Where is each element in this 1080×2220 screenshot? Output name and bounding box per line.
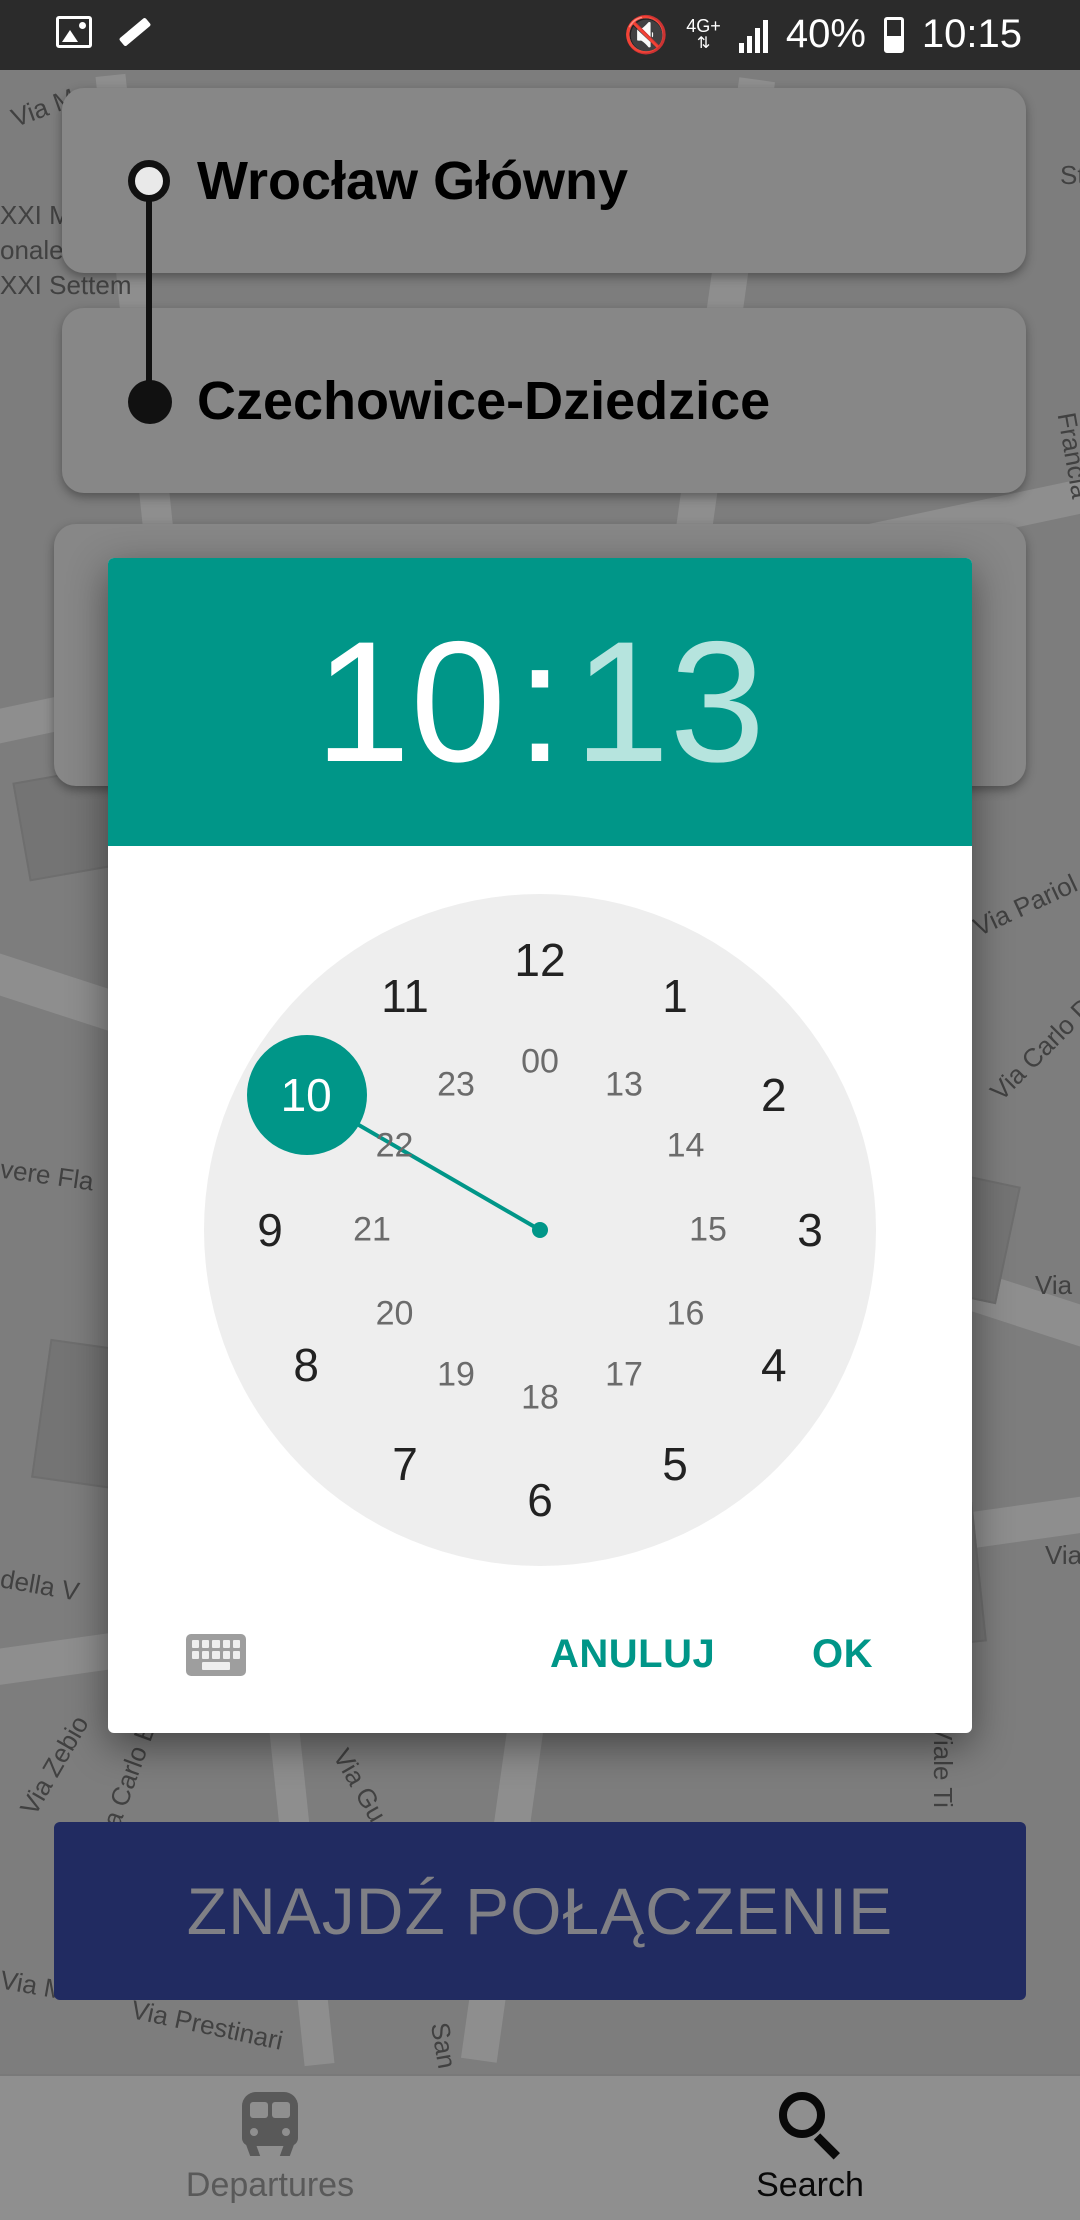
clock-number-14[interactable]: 14 <box>667 1127 705 1166</box>
clock-hand <box>305 1093 548 1238</box>
clock-number-6[interactable]: 6 <box>527 1473 553 1527</box>
clock-number-13[interactable]: 13 <box>605 1065 643 1104</box>
time-separator: : <box>516 606 564 798</box>
keyboard-icon[interactable] <box>186 1634 246 1676</box>
clock-number-19[interactable]: 19 <box>437 1356 475 1395</box>
clock-number-22[interactable]: 22 <box>376 1127 414 1166</box>
clock-number-4[interactable]: 4 <box>761 1338 787 1392</box>
clock-number-3[interactable]: 3 <box>797 1203 823 1257</box>
battery-icon <box>883 16 904 53</box>
clock-number-16[interactable]: 16 <box>667 1295 705 1334</box>
clock-number-1[interactable]: 1 <box>662 969 688 1023</box>
clock-face[interactable]: 12 1 2 3 4 5 6 7 8 9 10 11 00 13 14 15 16 17 18 19 20 21 22 23 <box>204 894 876 1566</box>
gallery-icon <box>56 16 92 48</box>
hour-display[interactable]: 10 <box>315 616 506 788</box>
minute-display[interactable]: 13 <box>574 616 765 788</box>
route-line <box>146 180 152 400</box>
clock-number-23[interactable]: 23 <box>437 1065 475 1104</box>
signal-icon <box>738 17 768 53</box>
status-time: 10:15 <box>921 12 1022 56</box>
clock-number-7[interactable]: 7 <box>392 1437 418 1491</box>
ok-button[interactable]: OK <box>812 1632 873 1677</box>
clock-number-8[interactable]: 8 <box>293 1338 319 1392</box>
battery-percent: 40% <box>785 12 866 56</box>
clock-number-20[interactable]: 20 <box>376 1295 414 1334</box>
dialog-actions: ANULUJ OK <box>108 1618 972 1708</box>
clock-number-17[interactable]: 17 <box>605 1356 643 1395</box>
destination-marker-icon <box>128 380 172 424</box>
clock-number-9[interactable]: 9 <box>257 1203 283 1257</box>
mute-icon: 🔇 <box>623 13 669 55</box>
clock-number-12[interactable]: 12 <box>514 933 565 987</box>
time-picker-dialog: 10 : 13 12 1 2 3 4 5 6 7 8 9 10 11 00 13 14 15 16 17 18 19 2… <box>108 558 972 1733</box>
clock-number-2[interactable]: 2 <box>761 1068 787 1122</box>
status-bar: 🔇 4G+ ⇅ 40% 10:15 <box>0 0 1080 70</box>
clock-number-18[interactable]: 18 <box>521 1379 559 1418</box>
clock-number-11[interactable]: 11 <box>381 969 429 1023</box>
clock-number-10[interactable]: 10 <box>281 1068 332 1122</box>
edit-icon <box>118 17 152 47</box>
time-picker-header: 10 : 13 <box>108 558 972 846</box>
clock-number-5[interactable]: 5 <box>662 1437 688 1491</box>
origin-marker-icon <box>128 160 170 202</box>
network-indicator: 4G+ ⇅ <box>686 15 721 52</box>
clock-number-15[interactable]: 15 <box>689 1211 727 1250</box>
clock-number-00[interactable]: 00 <box>521 1043 559 1082</box>
clock-number-21[interactable]: 21 <box>353 1211 391 1250</box>
cancel-button[interactable]: ANULUJ <box>550 1632 715 1677</box>
